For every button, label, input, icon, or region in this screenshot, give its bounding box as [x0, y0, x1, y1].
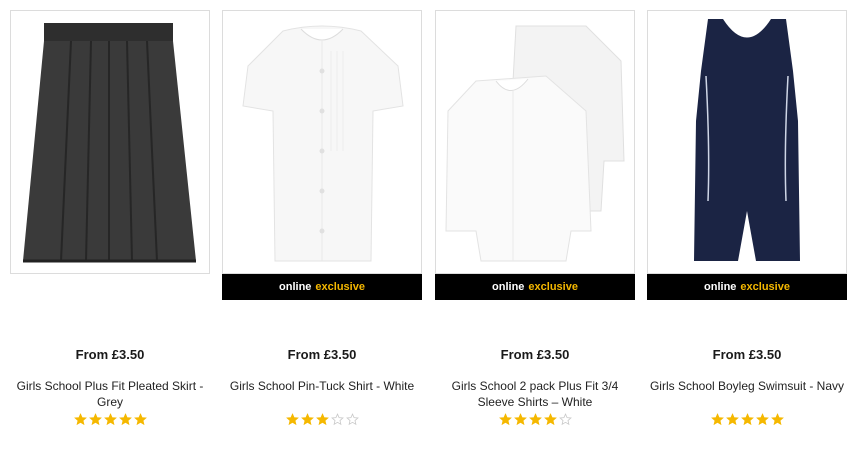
- product-title[interactable]: Girls School Boyleg Swimsuit - Navy: [647, 378, 847, 410]
- product-title[interactable]: Girls School Pin-Tuck Shirt - White: [222, 378, 422, 410]
- star-filled-icon: [315, 413, 329, 427]
- product-card[interactable]: online exclusive From £3.50 Girls School…: [222, 10, 422, 427]
- product-title-line: Grey: [96, 395, 123, 409]
- product-title-line: Sleeve Shirts – White: [477, 395, 593, 409]
- star-filled-icon: [88, 413, 102, 427]
- product-image-shirt[interactable]: [222, 10, 422, 274]
- product-title[interactable]: Girls School Plus Fit Pleated Skirt - Gr…: [10, 378, 210, 410]
- star-filled-icon: [513, 413, 527, 427]
- star-filled-icon: [755, 413, 769, 427]
- star-filled-icon: [710, 413, 724, 427]
- online-exclusive-badge: online exclusive: [435, 274, 635, 300]
- badge-exclusive-text: exclusive: [740, 281, 790, 293]
- star-filled-icon: [770, 413, 784, 427]
- product-image-swimsuit[interactable]: [647, 10, 847, 274]
- shirts-image: [445, 25, 625, 262]
- badge-online-text: online: [492, 281, 525, 293]
- product-price: From £3.50: [287, 347, 357, 362]
- star-filled-icon: [528, 413, 542, 427]
- rating-stars: [222, 413, 422, 427]
- rating-stars: [647, 413, 847, 427]
- star-filled-icon: [543, 413, 557, 427]
- star-filled-icon: [740, 413, 754, 427]
- product-title-line: Girls School Boyleg Swimsuit - Navy: [649, 379, 845, 393]
- product-image-skirt[interactable]: [10, 10, 210, 274]
- product-grid: From £3.50 Girls School Plus Fit Pleated…: [0, 0, 860, 450]
- product-card[interactable]: online exclusive From £3.50 Girls School…: [435, 10, 635, 427]
- product-image-2pack-shirts[interactable]: [435, 10, 635, 274]
- product-title[interactable]: Girls School 2 pack Plus Fit 3/4 Sleeve …: [435, 378, 635, 410]
- star-filled-icon: [725, 413, 739, 427]
- product-title-line: Girls School Plus Fit Pleated Skirt -: [16, 379, 204, 393]
- product-title-line: Girls School Pin-Tuck Shirt - White: [229, 379, 415, 393]
- star-filled-icon: [133, 413, 147, 427]
- online-exclusive-badge: online exclusive: [222, 274, 422, 300]
- shirt-image: [242, 25, 404, 262]
- star-empty-icon: [330, 413, 344, 427]
- skirt-image: [23, 23, 196, 263]
- star-filled-icon: [103, 413, 117, 427]
- product-price: From £3.50: [75, 347, 145, 362]
- swimsuit-image: [694, 19, 800, 261]
- rating-stars: [435, 413, 635, 427]
- star-empty-icon: [558, 413, 572, 427]
- product-title-line: Girls School 2 pack Plus Fit 3/4: [451, 379, 619, 393]
- online-exclusive-badge: online exclusive: [647, 274, 847, 300]
- badge-exclusive-text: exclusive: [528, 281, 578, 293]
- star-filled-icon: [300, 413, 314, 427]
- product-card[interactable]: online exclusive From £3.50 Girls School…: [647, 10, 847, 427]
- badge-online-text: online: [704, 281, 737, 293]
- product-price: From £3.50: [712, 347, 782, 362]
- badge-exclusive-text: exclusive: [315, 281, 365, 293]
- star-filled-icon: [498, 413, 512, 427]
- rating-stars: [10, 413, 210, 427]
- star-filled-icon: [285, 413, 299, 427]
- product-price: From £3.50: [500, 347, 570, 362]
- star-filled-icon: [73, 413, 87, 427]
- product-card[interactable]: From £3.50 Girls School Plus Fit Pleated…: [10, 10, 210, 427]
- exclusive-bar-empty: [10, 274, 210, 300]
- badge-online-text: online: [279, 281, 312, 293]
- star-empty-icon: [345, 413, 359, 427]
- star-filled-icon: [118, 413, 132, 427]
